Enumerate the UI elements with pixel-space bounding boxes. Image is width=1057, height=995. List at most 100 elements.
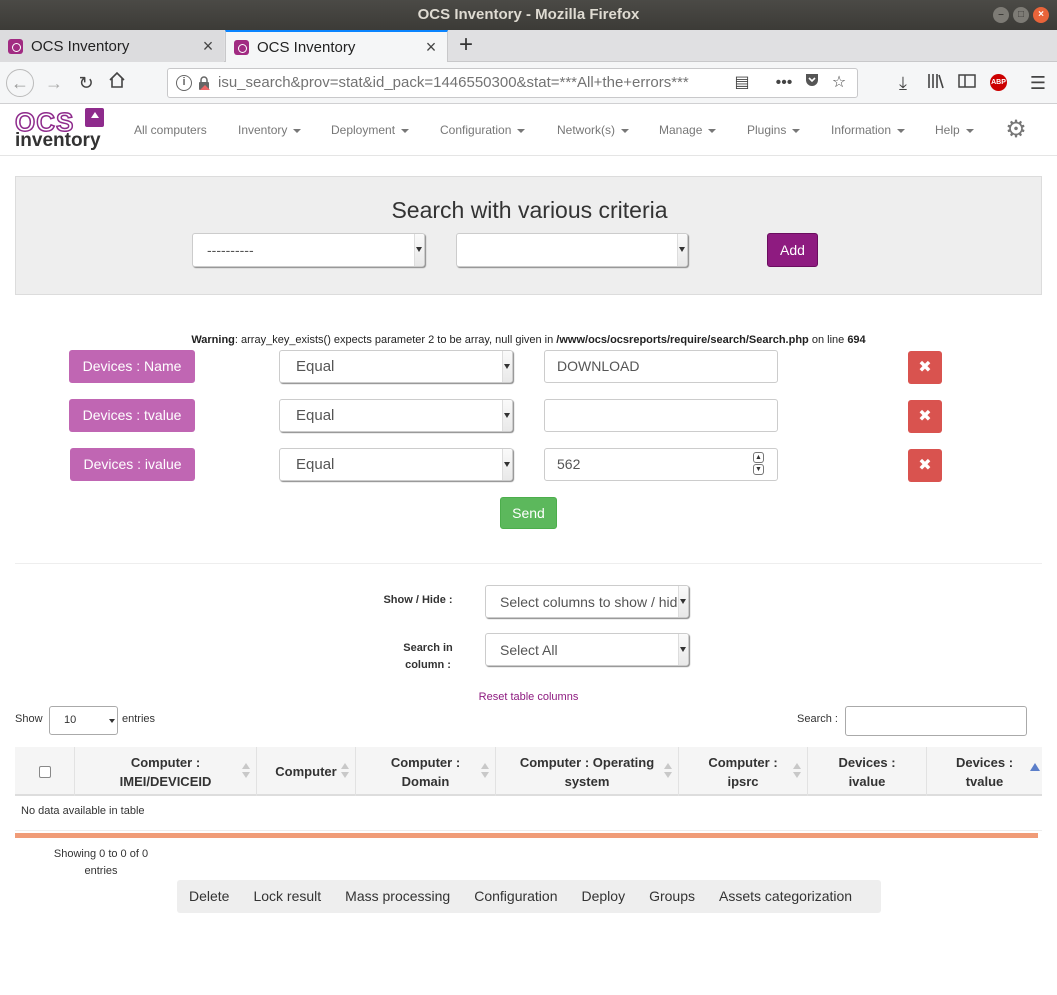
table-info: Showing 0 to 0 of 0 entries xyxy=(53,848,149,877)
column-header-computer[interactable]: Computer xyxy=(257,747,356,796)
browser-tab-2[interactable]: OCS Inventory × xyxy=(225,30,448,62)
table-search-input[interactable] xyxy=(845,706,1027,736)
field-select[interactable]: ---------- xyxy=(192,233,425,267)
menu-configuration[interactable]: Configuration xyxy=(440,104,525,156)
menu-label: Help xyxy=(935,123,960,137)
column-header-os[interactable]: Computer : Operating system xyxy=(496,747,679,796)
column-label: Computer : IMEI/DEVICEID xyxy=(119,754,212,789)
column-label: Computer : ipsrc xyxy=(708,754,778,789)
criteria-operator-tvalue[interactable]: Equal xyxy=(279,399,513,432)
browser-tab-1[interactable]: OCS Inventory × xyxy=(0,30,224,62)
column-label: Computer : Domain xyxy=(390,754,461,789)
show-hide-select[interactable]: Select columns to show / hide xyxy=(485,585,689,618)
delete-criteria-ivalue-button[interactable]: ✖ xyxy=(908,449,942,482)
url-bar[interactable]: i isu_search&prov=stat&id_pack=144655030… xyxy=(167,68,858,98)
new-tab-icon[interactable]: + xyxy=(455,30,477,62)
send-button[interactable]: Send xyxy=(500,497,557,529)
menu-deployment[interactable]: Deployment xyxy=(331,104,409,156)
sort-icon[interactable] xyxy=(481,763,489,779)
column-label: Computer : Operating system xyxy=(519,754,655,789)
hamburger-menu-icon[interactable]: ☰ xyxy=(1026,71,1050,95)
delete-criteria-tvalue-button[interactable]: ✖ xyxy=(908,400,942,433)
groups-button[interactable]: Groups xyxy=(637,880,707,913)
lock-warning-icon[interactable] xyxy=(198,76,210,90)
number-spinner[interactable]: ▲ ▼ xyxy=(753,452,765,477)
maximize-icon[interactable]: □ xyxy=(1013,7,1029,23)
menu-networks[interactable]: Network(s) xyxy=(557,104,629,156)
reset-table-columns-link[interactable]: Reset table columns xyxy=(0,691,1057,703)
sidebar-icon[interactable] xyxy=(955,71,979,95)
nav-toolbar: ← → ↻ i isu_search&prov=stat&id_pack=144… xyxy=(0,62,1057,104)
operator-select[interactable] xyxy=(456,233,688,267)
sort-icon[interactable] xyxy=(664,763,672,779)
menu-help[interactable]: Help xyxy=(935,104,974,156)
add-criteria-button[interactable]: Add xyxy=(767,233,818,267)
pocket-icon[interactable] xyxy=(801,72,823,94)
lock-result-button[interactable]: Lock result xyxy=(241,880,333,913)
menu-information[interactable]: Information xyxy=(831,104,905,156)
forward-icon[interactable]: → xyxy=(42,71,66,95)
home-icon[interactable] xyxy=(105,71,129,95)
column-header-domain[interactable]: Computer : Domain xyxy=(356,747,496,796)
sort-icon[interactable] xyxy=(341,763,349,779)
tab-title: OCS Inventory xyxy=(257,38,356,56)
back-icon[interactable]: ← xyxy=(6,69,34,97)
criteria-value-name[interactable]: DOWNLOAD xyxy=(544,350,778,383)
column-header-tvalue[interactable]: Devices : tvalue xyxy=(927,747,1042,796)
menu-inventory[interactable]: Inventory xyxy=(238,104,301,156)
menu-manage[interactable]: Manage xyxy=(659,104,716,156)
configuration-button[interactable]: Configuration xyxy=(462,880,569,913)
reload-icon[interactable]: ↻ xyxy=(74,71,98,95)
reader-view-icon[interactable]: ▤ xyxy=(731,72,753,94)
table-empty-row: No data available in table xyxy=(15,796,1042,831)
window-title: OCS Inventory - Mozilla Firefox xyxy=(417,6,640,23)
criteria-label-ivalue: Devices : ivalue xyxy=(70,448,195,481)
select-all-checkbox[interactable] xyxy=(38,765,51,778)
search-in-column-select[interactable]: Select All xyxy=(485,633,689,666)
column-header-imei[interactable]: Computer : IMEI/DEVICEID xyxy=(75,747,257,796)
ocs-logo[interactable]: OCS inventory xyxy=(14,108,107,152)
downloads-icon[interactable]: ⤓ xyxy=(891,71,915,95)
url-text[interactable]: isu_search&prov=stat&id_pack=1446550300&… xyxy=(218,69,698,97)
search-title: Search with various criteria xyxy=(391,197,668,223)
spinner-down-icon[interactable]: ▼ xyxy=(753,464,764,475)
spinner-up-icon[interactable]: ▲ xyxy=(753,452,764,463)
column-header-ivalue[interactable]: Devices : ivalue xyxy=(808,747,927,796)
column-label: Devices : ivalue xyxy=(838,754,896,789)
ivalue-number: 562 xyxy=(557,456,581,472)
column-label: Devices : tvalue xyxy=(955,754,1014,789)
search-in-column-label: Search in column : xyxy=(403,642,453,671)
sort-icon[interactable] xyxy=(793,763,801,779)
window-close-icon[interactable]: × xyxy=(1033,7,1049,23)
delete-criteria-name-button[interactable]: ✖ xyxy=(908,351,942,384)
sort-icon[interactable] xyxy=(242,763,250,779)
sort-ascending-icon[interactable] xyxy=(1030,763,1040,771)
criteria-value-tvalue[interactable] xyxy=(544,399,778,432)
library-icon[interactable] xyxy=(924,71,948,95)
table-header: Computer : IMEI/DEVICEID Computer Comput… xyxy=(15,747,1042,796)
criteria-operator-ivalue[interactable]: Equal xyxy=(279,448,513,481)
criteria-operator-name[interactable]: Equal xyxy=(279,350,513,383)
assets-categorization-button[interactable]: Assets categorization xyxy=(707,880,864,913)
menu-label: Deployment xyxy=(331,123,396,137)
minimize-icon[interactable]: – xyxy=(993,7,1009,23)
tab-close-icon[interactable]: × xyxy=(200,36,216,57)
criteria-value-ivalue[interactable]: 562 ▲ ▼ xyxy=(544,448,778,481)
warning-path: /www/ocs/ocsreports/require/search/Searc… xyxy=(556,334,809,346)
adblock-plus-icon[interactable]: ABP xyxy=(990,74,1007,91)
page-size-select[interactable]: 10 xyxy=(49,706,118,735)
warning-message: : array_key_exists() expects parameter 2… xyxy=(234,334,557,346)
tab-close-icon[interactable]: × xyxy=(423,37,439,58)
menu-plugins[interactable]: Plugins xyxy=(747,104,800,156)
info-icon[interactable]: i xyxy=(176,75,192,91)
bookmark-star-icon[interactable]: ☆ xyxy=(828,72,850,94)
gear-icon[interactable]: ⚙ xyxy=(1004,118,1028,142)
delete-button[interactable]: Delete xyxy=(177,880,241,913)
column-header-ipsrc[interactable]: Computer : ipsrc xyxy=(679,747,808,796)
php-warning: Warning: array_key_exists() expects para… xyxy=(0,334,1057,346)
table-horizontal-scrollbar[interactable] xyxy=(15,833,1038,838)
deploy-button[interactable]: Deploy xyxy=(570,880,638,913)
menu-all-computers[interactable]: All computers xyxy=(134,104,207,156)
mass-processing-button[interactable]: Mass processing xyxy=(333,880,462,913)
page-actions-icon[interactable]: ••• xyxy=(773,72,795,94)
